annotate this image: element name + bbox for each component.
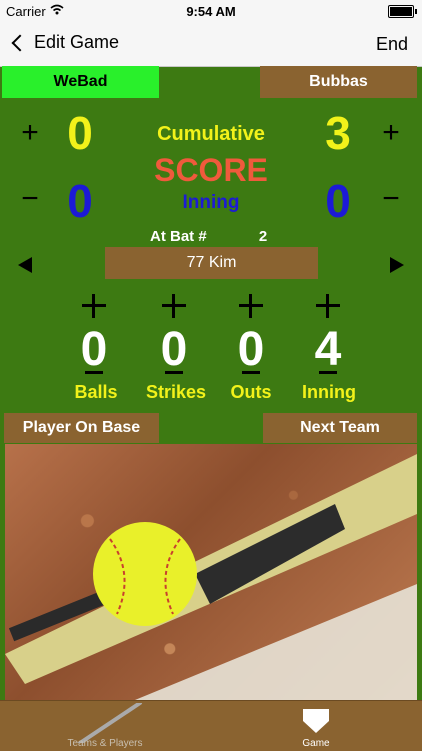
right-cumulative-plus-button[interactable]: + — [376, 118, 406, 148]
home-plate-icon — [303, 709, 329, 733]
inning-minus-button[interactable] — [319, 371, 337, 374]
left-cumulative-plus-button[interactable]: + — [15, 118, 45, 148]
team-left-label[interactable]: WeBad — [2, 66, 159, 98]
outs-count: 0 — [237, 323, 265, 376]
left-inning-minus-button[interactable]: − — [15, 184, 45, 214]
score-label: SCORE — [154, 152, 268, 188]
back-label: Edit Game — [34, 32, 120, 52]
navigation-bar: Edit Game End — [0, 22, 422, 67]
tab-bar: Teams & Players Game — [0, 700, 422, 751]
strikes-plus-button[interactable] — [162, 294, 186, 318]
clock: 9:54 AM — [186, 4, 236, 19]
inning-count: 4 — [314, 323, 342, 376]
tab-game[interactable]: Game — [266, 701, 366, 751]
at-bat-label: At Bat # — [150, 228, 207, 245]
strikes-minus-button[interactable] — [165, 371, 183, 374]
balls-count: 0 — [80, 323, 108, 376]
status-bar: Carrier 9:54 AM — [0, 0, 422, 22]
bat-icon — [78, 703, 142, 743]
tab-teams-players[interactable]: Teams & Players — [40, 701, 170, 751]
end-button[interactable]: End — [376, 34, 408, 55]
balls-label: Balls — [74, 382, 118, 402]
back-button[interactable]: Edit Game — [10, 32, 119, 53]
inning-label: Inning — [302, 382, 356, 402]
outs-label: Outs — [230, 382, 272, 402]
battery-icon — [388, 5, 417, 18]
left-cumulative-score: 0 — [67, 107, 93, 159]
next-team-button[interactable]: Next Team — [263, 413, 417, 443]
right-cumulative-score: 3 — [325, 107, 351, 159]
cumulative-label: Cumulative — [157, 123, 265, 145]
left-inning-score: 0 — [67, 175, 93, 227]
tab-game-label: Game — [302, 738, 330, 749]
tab-teams-players-label: Teams & Players — [67, 738, 143, 749]
inning-plus-button[interactable] — [316, 294, 340, 318]
current-batter[interactable]: 77 Kim — [105, 247, 318, 279]
balls-minus-button[interactable] — [85, 371, 103, 374]
previous-batter-arrow-icon[interactable] — [18, 257, 32, 273]
right-inning-minus-button[interactable]: − — [376, 184, 406, 214]
strikes-label: Strikes — [145, 382, 207, 402]
team-right-label[interactable]: Bubbas — [260, 66, 417, 98]
outs-plus-button[interactable] — [239, 294, 263, 318]
chevron-left-icon — [11, 34, 29, 51]
outs-minus-button[interactable] — [242, 371, 260, 374]
player-on-base-button[interactable]: Player On Base — [4, 413, 159, 443]
next-batter-arrow-icon[interactable] — [390, 257, 404, 273]
balls-plus-button[interactable] — [82, 294, 106, 318]
strikes-count: 0 — [160, 323, 188, 376]
at-bat-number: 2 — [258, 228, 268, 245]
softball-photo — [5, 444, 417, 700]
inning-score-label: Inning — [182, 192, 240, 213]
right-inning-score: 0 — [325, 175, 351, 227]
